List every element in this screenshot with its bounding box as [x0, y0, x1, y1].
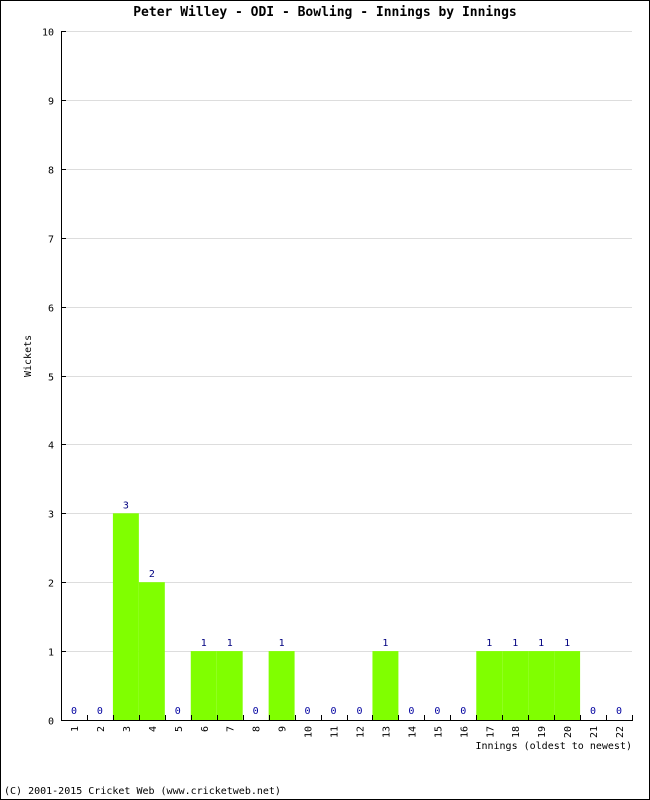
bar-value-label: 1 [564, 638, 570, 649]
bar [528, 651, 555, 720]
bar-value-label: 1 [227, 638, 233, 649]
x-tick-label: 13 [381, 726, 392, 738]
bar-value-label: 0 [305, 706, 311, 717]
bar-value-label: 1 [486, 638, 492, 649]
x-tick-label: 1 [70, 726, 81, 732]
bar [190, 651, 217, 720]
x-tick-label: 10 [304, 726, 315, 738]
x-tick-label: 3 [122, 726, 133, 732]
x-tick-label: 12 [355, 726, 366, 738]
bar-value-label: 1 [201, 638, 207, 649]
bar-value-label: 0 [460, 706, 466, 717]
bar [138, 582, 165, 720]
bar [268, 651, 295, 720]
x-tick-label: 16 [459, 726, 470, 738]
x-tick-label: 6 [200, 726, 211, 732]
y-tick-label: 4 [48, 441, 54, 452]
x-tick-label: 7 [226, 726, 237, 732]
bar-value-label: 1 [538, 638, 544, 649]
x-tick-label: 9 [278, 726, 289, 732]
x-tick-label: 14 [407, 726, 418, 738]
y-tick-label: 10 [42, 28, 54, 39]
x-tick-label: 19 [537, 726, 548, 738]
x-axis-label: Innings (oldest to newest) [475, 741, 632, 752]
x-tick-label: 22 [615, 726, 626, 738]
y-tick-label: 1 [48, 648, 54, 659]
bar-value-label: 0 [616, 706, 622, 717]
y-tick-label: 7 [48, 235, 54, 246]
bar-value-label: 0 [434, 706, 440, 717]
bar-value-label: 0 [97, 706, 103, 717]
bar-value-label: 0 [590, 706, 596, 717]
y-tick-label: 3 [48, 510, 54, 521]
bar-value-label: 1 [512, 638, 518, 649]
x-tick-label: 17 [485, 726, 496, 738]
bar-value-label: 2 [149, 569, 155, 580]
chart-frame: Peter Willey - ODI - Bowling - Innings b… [0, 0, 650, 800]
y-tick-label: 0 [48, 717, 54, 728]
x-tick-label: 2 [96, 726, 107, 732]
bar [112, 513, 139, 720]
x-tick-label: 5 [174, 726, 185, 732]
x-tick-label: 15 [433, 726, 444, 738]
bar-value-label: 0 [356, 706, 362, 717]
x-tick-label: 18 [511, 726, 522, 738]
bar-value-label: 0 [253, 706, 259, 717]
bar-value-label: 3 [123, 500, 129, 511]
bar [502, 651, 529, 720]
copyright-footer: (C) 2001-2015 Cricket Web (www.cricketwe… [4, 786, 281, 797]
y-tick-label: 6 [48, 304, 54, 315]
bar [476, 651, 503, 720]
y-tick-label: 2 [48, 579, 54, 590]
y-tick-label: 9 [48, 97, 54, 108]
bar [554, 651, 581, 720]
bar [372, 651, 399, 720]
y-tick-label: 5 [48, 373, 54, 384]
x-tick-label: 11 [330, 726, 341, 738]
y-tick-label: 8 [48, 166, 54, 177]
bar-value-label: 0 [175, 706, 181, 717]
bar-value-label: 1 [279, 638, 285, 649]
bar-value-label: 0 [408, 706, 414, 717]
x-tick-label: 4 [148, 726, 159, 732]
bar-value-label: 0 [71, 706, 77, 717]
plot-area: 0123456789100 03201 1010 0 010 0 01 1 1 10 01 2 3 4 5 6… [42, 28, 633, 752]
x-tick-label: 21 [589, 726, 600, 738]
x-tick-label: 20 [563, 726, 574, 738]
bar-value-label: 0 [331, 706, 337, 717]
x-tick-label: 8 [252, 726, 263, 732]
bar [216, 651, 243, 720]
bar-value-label: 1 [382, 638, 388, 649]
